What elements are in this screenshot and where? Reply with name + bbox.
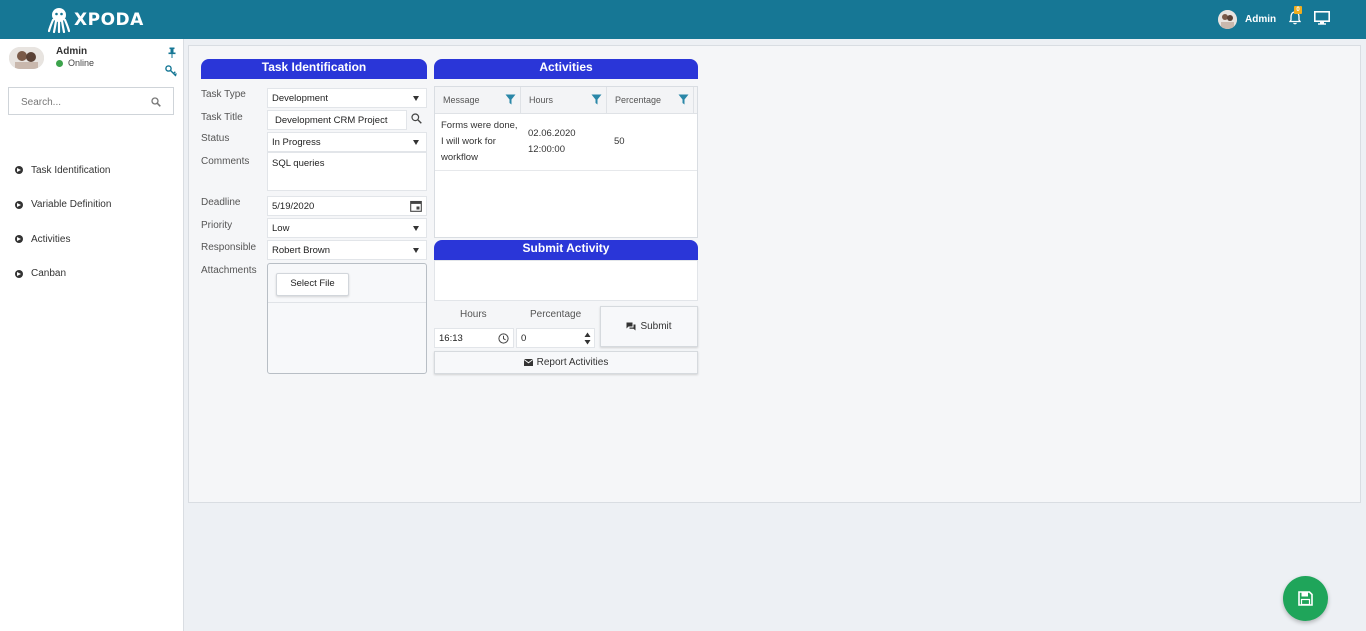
arrow-circle-icon	[15, 269, 23, 278]
sidebar: Admin Online Task Identification Variabl…	[0, 39, 184, 631]
deadline-datepicker[interactable]: 5/19/2020	[267, 196, 427, 216]
task-type-label: Task Type	[201, 89, 246, 100]
sidebar-avatar	[9, 47, 44, 69]
sidebar-item-canban[interactable]: Canban	[15, 257, 111, 292]
top-user-name[interactable]: Admin	[1245, 14, 1276, 25]
sidebar-item-task-identification[interactable]: Task Identification	[15, 153, 111, 188]
submit-label: Submit	[640, 321, 672, 332]
monitor-icon[interactable]	[1314, 11, 1330, 25]
filter-icon[interactable]	[678, 94, 689, 105]
status-value: In Progress	[272, 137, 321, 148]
cell-hours: 02.06.2020 12:00:00	[528, 128, 576, 155]
key-icon[interactable]	[165, 65, 177, 77]
envelope-icon	[523, 359, 533, 366]
sidebar-item-label: Canban	[31, 268, 67, 280]
grid-header-row: Message Hours Percentage	[435, 87, 697, 114]
activities-header: Activities	[434, 59, 698, 79]
filter-icon[interactable]	[505, 94, 516, 105]
task-type-value: Development	[272, 93, 328, 104]
table-row[interactable]: Forms were done, I will work for workflo…	[435, 114, 697, 171]
top-bar: XPODA Admin 0	[0, 0, 1366, 39]
octopus-icon	[48, 8, 70, 33]
sidebar-nav: Task Identification Variable Definition …	[15, 153, 111, 291]
chevron-down-icon[interactable]	[406, 133, 426, 151]
app-name: XPODA	[74, 10, 144, 30]
task-title-field[interactable]: Development CRM Project	[267, 110, 407, 130]
upload-toolbar: Select File	[268, 264, 426, 303]
task-identification-header: Task Identification	[201, 59, 427, 79]
sidebar-item-variable-definition[interactable]: Variable Definition	[15, 188, 111, 223]
online-status: Online	[56, 58, 94, 68]
search-input[interactable]	[19, 89, 153, 115]
cell-percentage: 50	[614, 136, 625, 147]
task-title-label: Task Title	[201, 112, 243, 123]
submit-activity-header: Submit Activity	[434, 240, 698, 260]
calendar-icon[interactable]	[410, 200, 422, 212]
report-label: Report Activities	[536, 357, 609, 368]
column-header-label: Percentage	[615, 95, 662, 105]
report-activities-button[interactable]: Report Activities	[434, 351, 698, 374]
column-header-label: Hours	[529, 95, 554, 105]
chevron-down-icon[interactable]	[406, 89, 426, 107]
status-label: Status	[201, 133, 230, 144]
priority-select[interactable]: Low	[267, 218, 427, 238]
cell-message: Forms were done, I will work for workflo…	[441, 120, 518, 163]
column-header-label: Message	[443, 95, 480, 105]
activities-grid: Message Hours Percentage Forms were done…	[434, 86, 698, 238]
column-header-message[interactable]: Message	[435, 87, 521, 113]
comments-icon	[626, 322, 636, 331]
responsible-value: Robert Brown	[272, 245, 331, 256]
hours-value: 16:13	[439, 333, 463, 344]
app-logo[interactable]: XPODA	[48, 7, 144, 33]
arrow-circle-icon	[15, 235, 23, 244]
deadline-value: 5/19/2020	[272, 201, 315, 212]
attachments-upload[interactable]: Select File	[267, 263, 427, 374]
filter-icon[interactable]	[591, 94, 602, 105]
user-avatar[interactable]	[1218, 10, 1237, 29]
select-file-button[interactable]: Select File	[276, 273, 349, 296]
chevron-down-icon[interactable]	[406, 241, 426, 259]
save-button[interactable]	[1283, 576, 1328, 621]
activity-message-textarea[interactable]	[434, 260, 698, 301]
sidebar-item-label: Activities	[31, 233, 71, 245]
hours-timepicker[interactable]: 16:13	[434, 328, 514, 348]
comments-textarea[interactable]: SQL queries	[267, 152, 427, 191]
column-header-percentage[interactable]: Percentage	[607, 87, 694, 113]
search-icon[interactable]	[411, 113, 422, 124]
hours-label: Hours	[460, 309, 487, 320]
comments-label: Comments	[201, 156, 250, 167]
status-label: Online	[68, 58, 95, 68]
status-select[interactable]: In Progress	[267, 132, 427, 152]
percentage-stepper[interactable]: 0	[516, 328, 595, 348]
percentage-label: Percentage	[530, 309, 582, 320]
task-title-value: Development CRM Project	[275, 115, 388, 126]
arrow-circle-icon	[15, 166, 23, 175]
sidebar-item-label: Variable Definition	[31, 199, 112, 211]
task-type-select[interactable]: Development	[267, 88, 427, 108]
attachments-label: Attachments	[201, 265, 257, 276]
percentage-value: 0	[521, 333, 527, 344]
spinner-arrows-icon[interactable]	[584, 332, 591, 345]
responsible-select[interactable]: Robert Brown	[267, 240, 427, 260]
deadline-label: Deadline	[201, 197, 241, 208]
notification-badge: 0	[1294, 6, 1302, 14]
responsible-label: Responsible	[201, 242, 257, 253]
sidebar-search	[8, 87, 174, 115]
online-dot-icon	[56, 59, 63, 67]
clock-icon[interactable]	[498, 333, 509, 344]
sidebar-item-label: Task Identification	[31, 164, 111, 176]
column-header-hours[interactable]: Hours	[521, 87, 607, 113]
priority-value: Low	[272, 223, 290, 234]
search-icon[interactable]	[151, 97, 161, 107]
floppy-disk-icon	[1298, 591, 1313, 606]
submit-button[interactable]: Submit	[600, 306, 698, 347]
pin-icon[interactable]	[168, 47, 176, 58]
arrow-circle-icon	[15, 200, 23, 209]
sidebar-user-name: Admin	[56, 46, 88, 57]
sidebar-item-activities[interactable]: Activities	[15, 222, 111, 257]
chevron-down-icon[interactable]	[406, 219, 426, 237]
priority-label: Priority	[201, 220, 233, 231]
